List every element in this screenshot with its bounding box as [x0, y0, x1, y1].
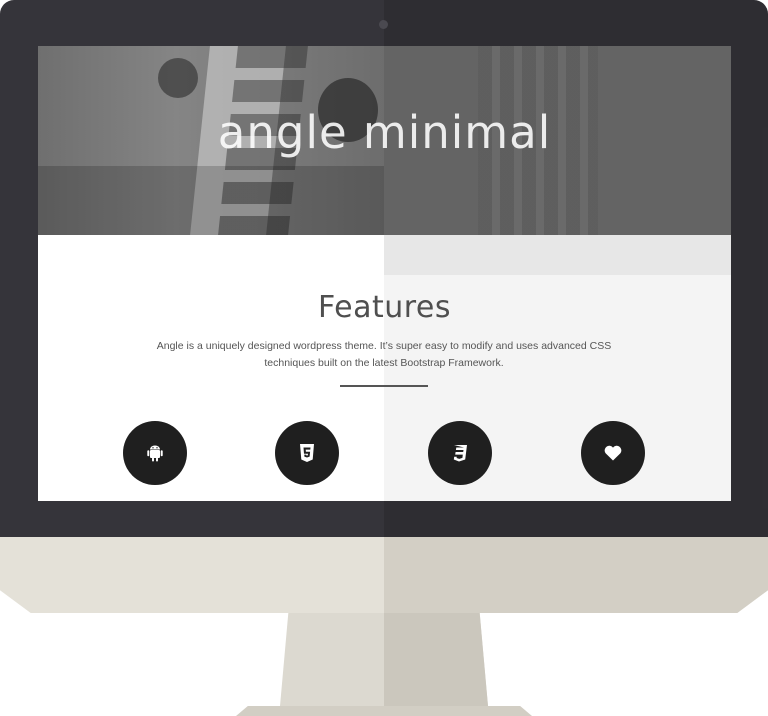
hero-photo-blob: [158, 58, 198, 98]
css3-feature-button[interactable]: [428, 421, 492, 485]
content-panel-right-top: [384, 235, 731, 275]
hero-title: angle minimal: [217, 106, 552, 159]
features-title: Features: [318, 290, 451, 325]
monitor-chin-shadow: [384, 537, 768, 613]
hero-photo-shadow: [38, 166, 384, 235]
heart-feature-button[interactable]: [581, 421, 645, 485]
hero-banner: angle minimal: [38, 46, 731, 235]
android-icon: [147, 445, 163, 462]
features-divider: [340, 385, 428, 387]
monitor-screen: angle minimal Features Angle is a unique…: [38, 46, 731, 501]
android-feature-button[interactable]: [123, 421, 187, 485]
feature-icons: [38, 421, 731, 485]
heart-icon: [604, 445, 622, 461]
features-description: Angle is a uniquely designed wordpress t…: [156, 340, 612, 369]
monitor-stand-shadow: [384, 613, 488, 706]
monitor-base: [236, 706, 532, 716]
html5-feature-button[interactable]: [275, 421, 339, 485]
camera-icon: [379, 20, 388, 29]
html5-icon: [300, 444, 314, 462]
css3-icon: [453, 445, 467, 462]
